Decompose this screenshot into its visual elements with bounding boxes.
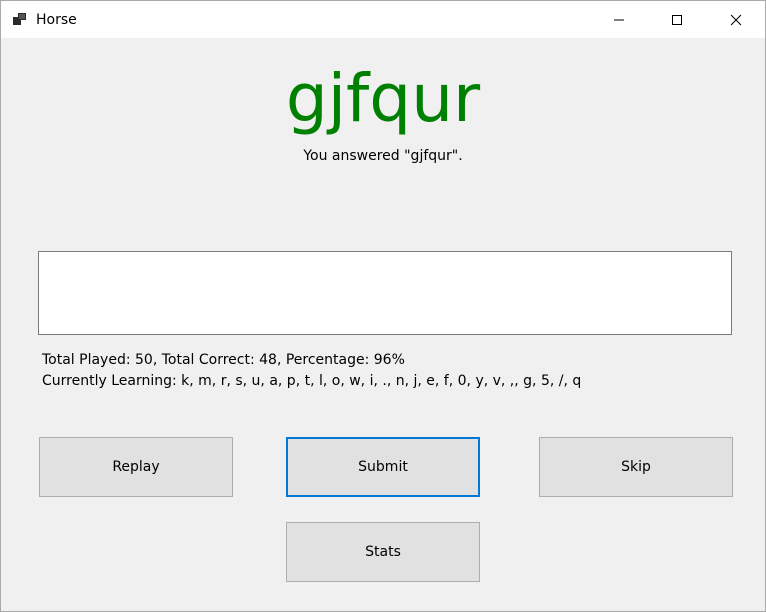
maximize-button[interactable] — [648, 1, 706, 38]
quiz-word: gjfqur — [285, 60, 481, 137]
maximize-icon — [672, 14, 682, 25]
app-window-icon — [13, 12, 27, 26]
skip-button[interactable]: Skip — [539, 437, 733, 497]
close-button[interactable] — [707, 1, 765, 38]
app-window: Horse gjfqur You answered "gjfqur". Tota… — [0, 0, 766, 612]
answer-feedback: You answered "gjfqur". — [303, 148, 463, 164]
replay-button[interactable]: Replay — [39, 437, 233, 497]
stats-button[interactable]: Stats — [286, 522, 480, 582]
close-icon — [730, 14, 742, 25]
answer-input[interactable] — [38, 251, 732, 335]
learning-list: Currently Learning: k, m, r, s, u, a, p,… — [42, 373, 582, 389]
submit-button[interactable]: Submit — [286, 437, 480, 497]
window-title: Horse — [36, 12, 77, 28]
title-bar[interactable]: Horse — [1, 1, 765, 38]
minimize-button[interactable] — [590, 1, 648, 38]
stats-summary: Total Played: 50, Total Correct: 48, Per… — [42, 352, 405, 368]
minimize-icon — [614, 19, 624, 20]
